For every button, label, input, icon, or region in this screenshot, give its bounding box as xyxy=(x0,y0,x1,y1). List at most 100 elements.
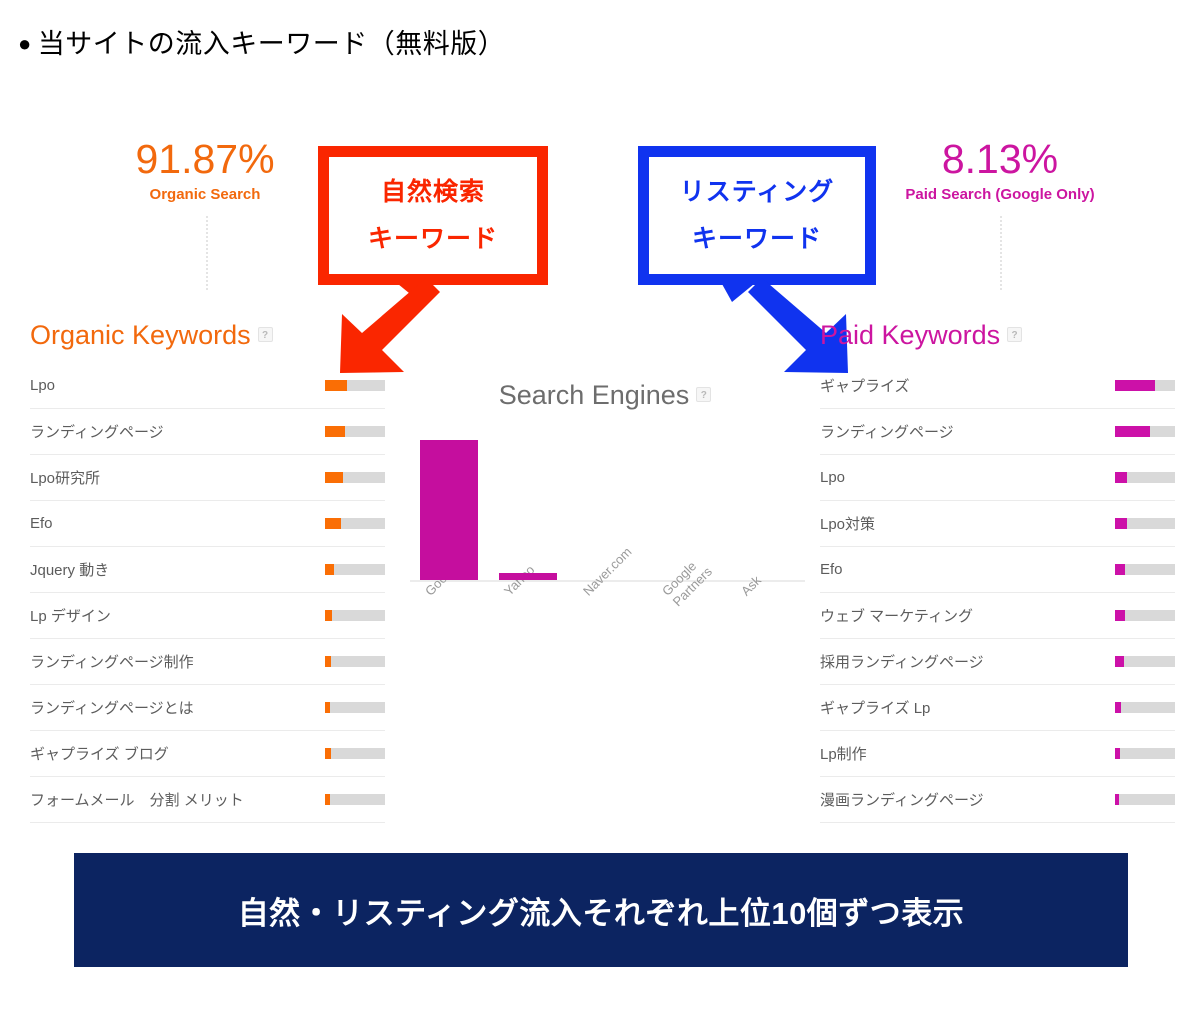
keyword-row[interactable]: Efo xyxy=(820,547,1175,593)
keyword-volume-bar-track xyxy=(1115,518,1175,529)
chart-bar-slot xyxy=(647,440,726,580)
keyword-row[interactable]: Lpo研究所 xyxy=(30,455,385,501)
keyword-volume-bar-fill xyxy=(1115,472,1127,483)
keyword-row[interactable]: Lp制作 xyxy=(820,731,1175,777)
paid-summary: 8.13% Paid Search (Google Only) xyxy=(850,136,1150,206)
keyword-name: ランディングページ制作 xyxy=(30,654,194,671)
paid-keywords-panel: Paid Keywords? ギャプライズランディングページ Lpo Lpo対策 Ef… xyxy=(820,318,1175,823)
search-engines-plot-area: GoogleYahooNaver.comGoogle PartnersAsk xyxy=(410,440,805,609)
keyword-row[interactable]: ギャプライズ xyxy=(820,363,1175,409)
search-engines-chart: Search Engines? GoogleYahooNaver.comGoog… xyxy=(405,378,805,628)
keyword-volume-bar-fill xyxy=(325,748,331,759)
callout-organic-line2: キーワード xyxy=(367,225,498,253)
callout-paid-line2: キーワード xyxy=(691,225,822,253)
keyword-name: フォームメール 分割 メリット xyxy=(30,792,244,809)
keyword-volume-bar-track xyxy=(1115,564,1175,575)
keyword-volume-bar-track xyxy=(325,702,385,713)
chart-bar-slot xyxy=(410,440,489,580)
keyword-row[interactable]: フォームメール 分割 メリット xyxy=(30,777,385,823)
keyword-volume-bar-track xyxy=(1115,748,1175,759)
keyword-row[interactable]: Lpo xyxy=(30,363,385,409)
keyword-volume-bar-track xyxy=(325,518,385,529)
keyword-row[interactable]: Jquery 動き xyxy=(30,547,385,593)
bottom-banner: 自然・リスティング流入それぞれ上位10個ずつ表示 xyxy=(74,853,1128,967)
keyword-volume-bar-track xyxy=(325,656,385,667)
page-title: ● 当サイトの流入キーワード（無料版） xyxy=(18,22,505,61)
keyword-volume-bar-fill xyxy=(325,472,343,483)
keyword-volume-bar-fill xyxy=(1115,380,1156,391)
callout-paid-keywords: リスティング キーワード xyxy=(638,146,876,285)
keyword-volume-bar-fill xyxy=(325,518,341,529)
keyword-volume-bar-fill xyxy=(325,564,334,575)
search-engines-title-text: Search Engines xyxy=(498,380,690,410)
keyword-row[interactable]: Lpo対策 xyxy=(820,501,1175,547)
keyword-volume-bar-track xyxy=(325,610,385,621)
keyword-name: Lp デザイン xyxy=(30,608,111,625)
keyword-row[interactable]: 採用ランディングページ xyxy=(820,639,1175,685)
callout-organic-keywords: 自然検索 キーワード xyxy=(318,146,548,285)
keyword-name: Lpo研究所 xyxy=(30,470,101,487)
help-icon[interactable]: ? xyxy=(257,327,273,342)
callout-paid-line1: リスティング xyxy=(679,178,835,206)
keyword-volume-bar-track xyxy=(1115,702,1175,713)
keyword-volume-bar-fill xyxy=(1115,426,1150,437)
keyword-name: ギャプライズ xyxy=(820,378,910,395)
keyword-name: Lp制作 xyxy=(820,746,867,763)
keyword-volume-bar-track xyxy=(325,472,385,483)
keyword-name: Efo xyxy=(30,515,53,532)
keyword-volume-bar-track xyxy=(325,564,385,575)
keyword-row[interactable]: ランディングページ xyxy=(30,409,385,455)
organic-keyword-list: Lpo ランディングページ Lpo研究所 Efo Jquery 動き Lp デザインランデ… xyxy=(30,363,385,823)
keyword-volume-bar-track xyxy=(1115,656,1175,667)
help-icon[interactable]: ? xyxy=(696,387,712,402)
callout-organic-line1: 自然検索 xyxy=(380,178,485,206)
keyword-name: ウェブ マーケティング xyxy=(820,608,973,625)
chart-bar[interactable] xyxy=(420,440,478,580)
keyword-volume-bar-track xyxy=(325,426,385,437)
keyword-row[interactable]: Lp デザイン xyxy=(30,593,385,639)
keyword-name: 漫画ランディングページ xyxy=(820,792,984,809)
organic-percent-value: 91.87% xyxy=(135,136,275,182)
organic-summary: 91.87% Organic Search xyxy=(55,136,355,206)
keyword-name: ランディングページ xyxy=(820,424,954,441)
paid-percent-label: Paid Search (Google Only) xyxy=(905,186,1095,203)
keyword-row[interactable]: ランディングページ xyxy=(820,409,1175,455)
keyword-volume-bar-track xyxy=(1115,610,1175,621)
keyword-name: Lpo対策 xyxy=(820,516,876,533)
paid-keywords-heading-text: Paid Keywords xyxy=(820,320,1001,350)
keyword-row[interactable]: ウェブ マーケティング xyxy=(820,593,1175,639)
keyword-volume-bar-track xyxy=(325,748,385,759)
keyword-row[interactable]: ギャプライズ ブログ xyxy=(30,731,385,777)
keyword-row[interactable]: ランディングページ制作 xyxy=(30,639,385,685)
keyword-row[interactable]: 漫画ランディングページ xyxy=(820,777,1175,823)
paid-keyword-list: ギャプライズランディングページ Lpo Lpo対策 Efo ウェブ マーケティング採用ラ… xyxy=(820,363,1175,823)
keyword-volume-bar-fill xyxy=(1115,656,1124,667)
keyword-row[interactable]: ギャプライズ Lp xyxy=(820,685,1175,731)
chart-bar-slot xyxy=(726,440,805,580)
chart-bar-slot xyxy=(568,440,647,580)
callout-organic-tail xyxy=(398,284,430,302)
chart-bar[interactable] xyxy=(499,573,557,580)
chart-bar-slot xyxy=(489,440,568,580)
paid-keywords-heading: Paid Keywords? xyxy=(820,318,1175,352)
keyword-volume-bar-fill xyxy=(1115,564,1126,575)
keyword-name: ランディングページとは xyxy=(30,700,194,717)
keyword-row[interactable]: ランディングページとは xyxy=(30,685,385,731)
search-engines-chart-title: Search Engines? xyxy=(405,380,805,411)
organic-percent-label: Organic Search xyxy=(149,186,261,203)
keyword-volume-bar-fill xyxy=(325,656,331,667)
keyword-volume-bar-track xyxy=(1115,794,1175,805)
organic-keywords-heading-text: Organic Keywords xyxy=(30,320,251,350)
keyword-volume-bar-track xyxy=(325,380,385,391)
paid-percent-value: 8.13% xyxy=(941,136,1059,182)
keyword-volume-bar-fill xyxy=(1115,794,1120,805)
keyword-row[interactable]: Lpo xyxy=(820,455,1175,501)
keyword-volume-bar-track xyxy=(1115,380,1175,391)
keyword-volume-bar-fill xyxy=(1115,518,1127,529)
keyword-name: ギャプライズ Lp xyxy=(820,700,931,717)
keyword-row[interactable]: Efo xyxy=(30,501,385,547)
keyword-volume-bar-fill xyxy=(325,702,331,713)
keyword-volume-bar-track xyxy=(1115,426,1175,437)
help-icon[interactable]: ? xyxy=(1007,327,1023,342)
keyword-volume-bar-track xyxy=(325,794,385,805)
